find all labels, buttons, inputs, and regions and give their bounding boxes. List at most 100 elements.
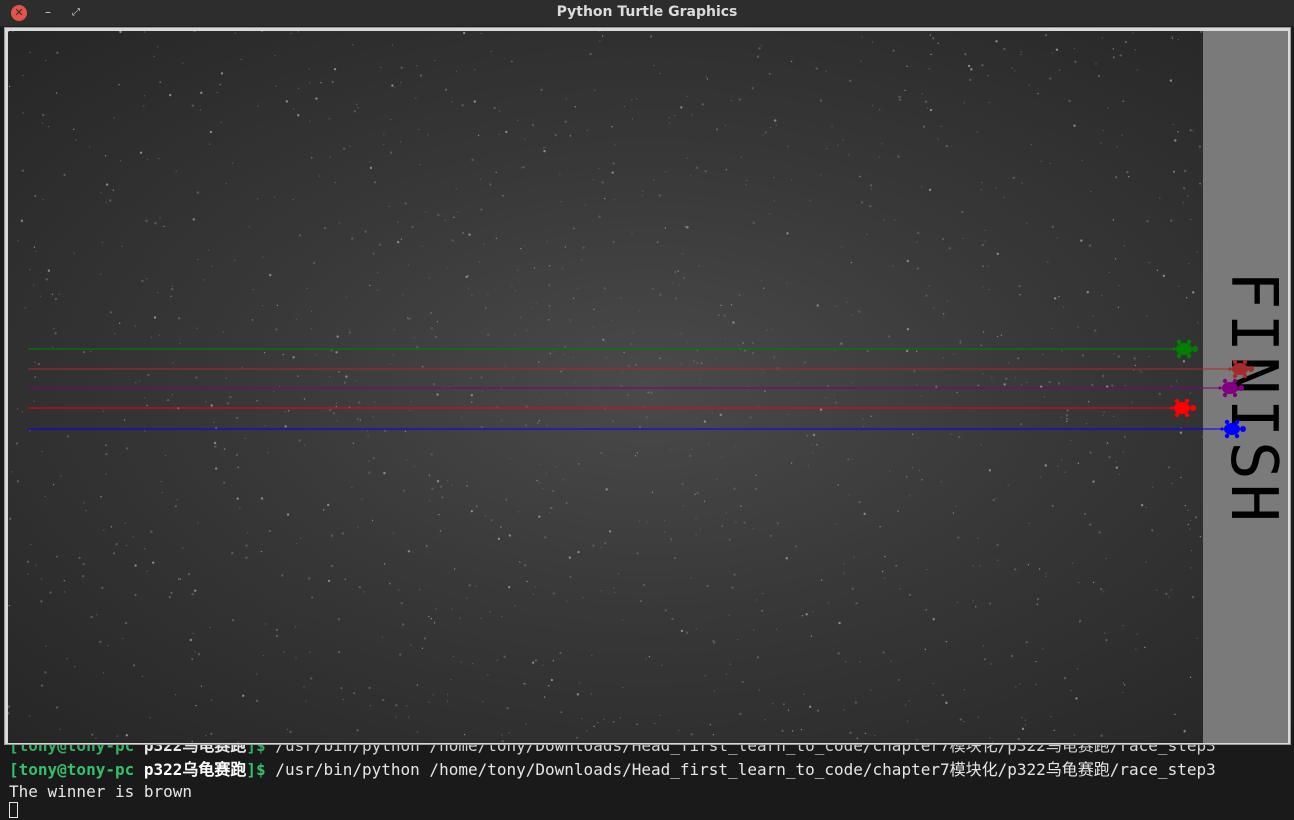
- asphalt-speck: [451, 484, 453, 487]
- asphalt-speck: [113, 116, 115, 119]
- asphalt-speck: [241, 366, 244, 369]
- asphalt-speck: [706, 584, 709, 588]
- asphalt-speck: [751, 351, 755, 355]
- turtle-canvas[interactable]: FINISH: [8, 31, 1288, 743]
- asphalt-speck: [669, 449, 671, 451]
- asphalt-speck: [906, 327, 910, 331]
- asphalt-speck: [756, 55, 760, 58]
- asphalt-speck: [1063, 676, 1067, 680]
- asphalt-speck: [695, 166, 699, 169]
- asphalt-speck: [226, 402, 230, 405]
- asphalt-speck: [732, 321, 735, 324]
- asphalt-speck: [592, 544, 595, 547]
- asphalt-speck: [1132, 369, 1135, 371]
- asphalt-speck: [1124, 40, 1128, 44]
- asphalt-speck: [659, 293, 662, 297]
- asphalt-speck: [724, 124, 727, 126]
- asphalt-speck: [337, 617, 341, 621]
- asphalt-speck: [565, 98, 568, 100]
- asphalt-speck: [551, 489, 555, 493]
- asphalt-speck: [988, 101, 991, 104]
- asphalt-speck: [47, 125, 50, 128]
- asphalt-speck: [428, 701, 430, 703]
- asphalt-speck: [1012, 176, 1016, 180]
- asphalt-speck: [1155, 589, 1158, 591]
- asphalt-speck: [863, 512, 866, 515]
- asphalt-speck: [626, 393, 630, 397]
- asphalt-speck: [1077, 326, 1079, 328]
- asphalt-speck: [466, 597, 468, 599]
- asphalt-speck: [1098, 531, 1101, 534]
- asphalt-speck: [1196, 251, 1198, 253]
- asphalt-speck: [418, 128, 420, 131]
- asphalt-speck: [219, 83, 221, 86]
- asphalt-speck: [348, 328, 351, 331]
- asphalt-speck: [904, 704, 907, 706]
- asphalt-speck: [1192, 130, 1194, 132]
- asphalt-speck: [942, 357, 945, 359]
- asphalt-speck: [837, 144, 839, 147]
- asphalt-speck: [100, 495, 102, 498]
- asphalt-speck: [980, 188, 983, 191]
- asphalt-speck: [711, 412, 713, 414]
- asphalt-speck: [819, 174, 822, 176]
- asphalt-speck: [356, 103, 358, 106]
- asphalt-speck: [231, 619, 235, 622]
- asphalt-speck: [1134, 364, 1137, 367]
- asphalt-speck: [605, 488, 608, 491]
- asphalt-speck: [560, 711, 562, 713]
- asphalt-speck: [843, 572, 845, 574]
- asphalt-speck: [926, 107, 929, 109]
- asphalt-speck: [490, 50, 492, 53]
- asphalt-speck: [389, 363, 391, 365]
- asphalt-speck: [766, 329, 768, 331]
- asphalt-speck: [451, 239, 454, 242]
- asphalt-speck: [1185, 296, 1188, 299]
- asphalt-speck: [569, 320, 571, 322]
- asphalt-speck: [642, 190, 644, 192]
- asphalt-speck: [1051, 225, 1055, 229]
- asphalt-speck: [659, 714, 661, 717]
- asphalt-speck: [952, 512, 955, 514]
- asphalt-speck: [677, 270, 679, 272]
- asphalt-speck: [1124, 384, 1127, 387]
- window-titlebar[interactable]: ✕ – ⤢ Python Turtle Graphics: [0, 0, 1294, 27]
- asphalt-speck: [746, 385, 749, 388]
- asphalt-speck: [851, 314, 853, 316]
- asphalt-speck: [187, 572, 191, 576]
- asphalt-speck: [762, 134, 764, 136]
- asphalt-speck: [1066, 420, 1068, 423]
- asphalt-speck: [631, 118, 634, 120]
- asphalt-speck: [1014, 70, 1016, 72]
- asphalt-speck: [1085, 422, 1088, 425]
- asphalt-speck: [369, 704, 372, 707]
- asphalt-speck: [471, 158, 474, 162]
- asphalt-speck: [134, 381, 137, 384]
- asphalt-speck: [554, 134, 557, 137]
- asphalt-speck: [678, 284, 680, 286]
- asphalt-speck: [545, 473, 548, 475]
- asphalt-speck: [404, 202, 407, 205]
- asphalt-speck: [383, 143, 385, 145]
- asphalt-speck: [138, 380, 141, 382]
- asphalt-speck: [1123, 245, 1126, 247]
- asphalt-speck: [475, 585, 478, 588]
- asphalt-speck: [164, 454, 167, 457]
- asphalt-speck: [453, 568, 456, 570]
- asphalt-speck: [1114, 176, 1118, 179]
- asphalt-speck: [717, 313, 721, 317]
- asphalt-speck: [143, 105, 145, 107]
- asphalt-speck: [345, 296, 348, 298]
- asphalt-speck: [471, 294, 473, 296]
- asphalt-speck: [1056, 237, 1059, 239]
- asphalt-speck: [1168, 596, 1170, 598]
- asphalt-speck: [462, 31, 466, 35]
- asphalt-speck: [1126, 171, 1129, 174]
- asphalt-speck: [945, 145, 948, 148]
- asphalt-speck: [410, 401, 412, 403]
- asphalt-speck: [1064, 471, 1066, 473]
- asphalt-speck: [638, 520, 641, 522]
- asphalt-speck: [248, 226, 250, 228]
- asphalt-speck: [409, 409, 411, 412]
- asphalt-speck: [840, 246, 843, 248]
